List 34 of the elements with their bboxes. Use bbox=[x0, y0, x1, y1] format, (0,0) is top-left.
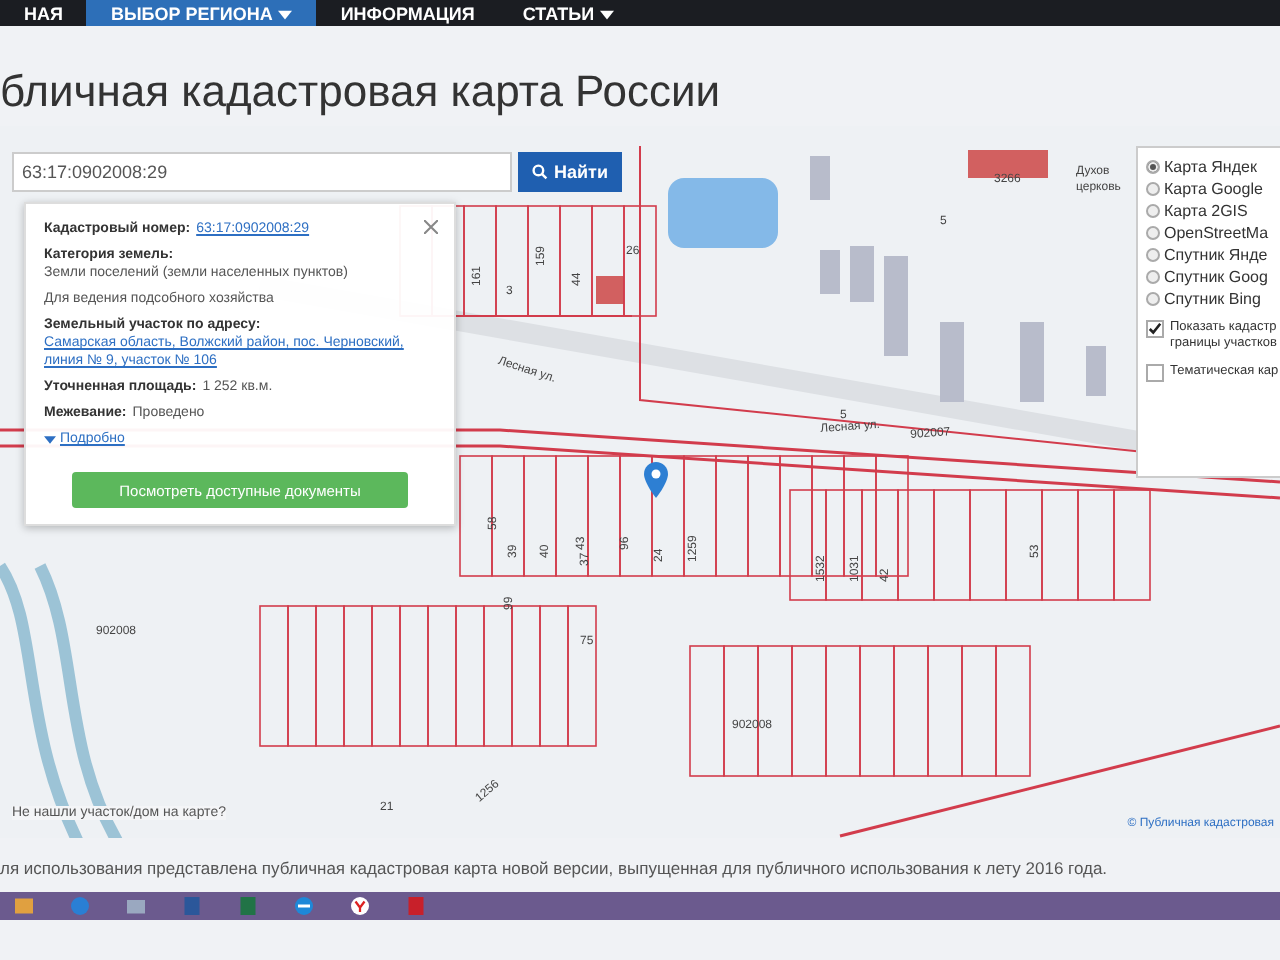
radio-button[interactable] bbox=[1146, 292, 1160, 306]
radio-button[interactable] bbox=[1146, 270, 1160, 284]
radio-label: Карта Яндек bbox=[1164, 158, 1257, 176]
radio-label: Спутник Goog bbox=[1164, 268, 1268, 286]
radio-button[interactable] bbox=[1146, 182, 1160, 196]
caret-icon bbox=[44, 435, 56, 443]
map-pin-icon bbox=[644, 462, 668, 498]
radio-label: Карта Google bbox=[1164, 180, 1263, 198]
radio-button[interactable] bbox=[1146, 160, 1160, 174]
radio-label: Спутник Янде bbox=[1164, 246, 1268, 264]
search-field[interactable]: 63:17:0902008:29 bbox=[12, 152, 512, 192]
radio-label: OpenStreetMa bbox=[1164, 224, 1269, 242]
checkbox[interactable] bbox=[1146, 320, 1164, 338]
search-button[interactable]: Найти bbox=[518, 152, 622, 192]
document-icon[interactable] bbox=[180, 894, 204, 918]
nav-menu-item[interactable]: ИНФОРМАЦИЯ bbox=[316, 0, 499, 26]
footer-note: ля использования представлена публичная кадастровая карта новой версии, выпущенная для публичного использования к лету 2016 года. bbox=[0, 856, 1110, 882]
browser-icon[interactable] bbox=[348, 894, 372, 918]
nav-menu-item[interactable]: СТАТЬИ bbox=[498, 0, 639, 26]
pdf-icon[interactable] bbox=[404, 894, 428, 918]
search-icon bbox=[532, 164, 548, 180]
nav-menu-item[interactable]: НАЯ bbox=[0, 0, 87, 26]
radio-label: Карта 2GIS bbox=[1164, 202, 1248, 220]
close-icon[interactable] bbox=[424, 220, 438, 234]
radio-button[interactable] bbox=[1146, 248, 1160, 262]
checkbox[interactable] bbox=[1146, 364, 1164, 382]
radio-button[interactable] bbox=[1146, 204, 1160, 218]
page-title: бличная кадастровая карта России bbox=[0, 64, 723, 120]
app-icon[interactable] bbox=[12, 894, 36, 918]
nav-menu-item[interactable]: ВЫБОР РЕГИОНА bbox=[86, 0, 317, 26]
remote-app-icon[interactable] bbox=[292, 894, 316, 918]
folder-icon[interactable] bbox=[124, 894, 148, 918]
radio-label: Спутник Bing bbox=[1164, 290, 1261, 308]
radio-button[interactable] bbox=[1146, 226, 1160, 240]
